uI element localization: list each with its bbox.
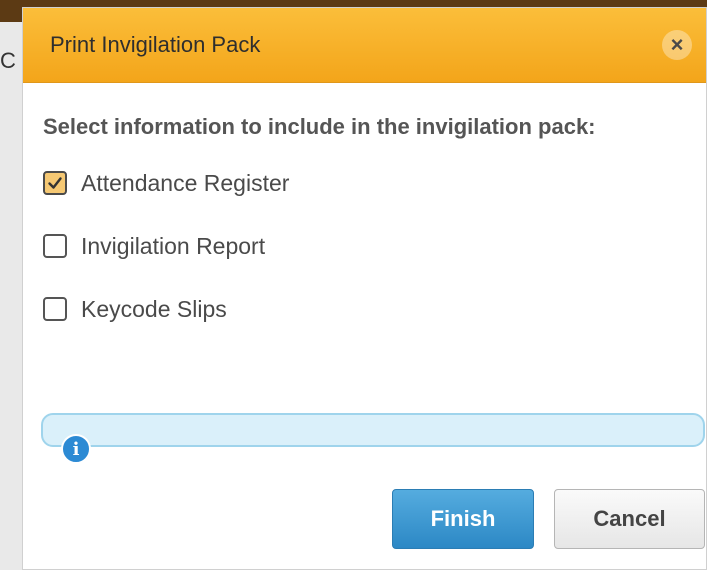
background-text-fragment: C [0,48,16,73]
option-label: Attendance Register [81,169,290,196]
print-invigilation-pack-dialog: Print Invigilation Pack × Select informa… [22,7,707,570]
option-label: Invigilation Report [81,232,266,259]
cancel-button[interactable]: Cancel [554,489,705,549]
option-invigilation-report[interactable]: Invigilation Report [43,226,686,266]
keycode-slips-checkbox[interactable] [43,297,67,321]
option-keycode-slips[interactable]: Keycode Slips [43,289,686,329]
checkmark-icon [48,177,62,189]
instruction-text: Select information to include in the inv… [43,114,596,139]
info-message-bar [41,413,705,447]
finish-button[interactable]: Finish [392,489,534,549]
dialog-titlebar: Print Invigilation Pack × [23,8,706,83]
dialog-body: Select information to include in the inv… [23,83,706,329]
close-icon[interactable]: × [662,30,692,60]
invigilation-report-checkbox[interactable] [43,234,67,258]
attendance-register-checkbox[interactable] [43,171,67,195]
option-label: Keycode Slips [81,295,227,322]
option-attendance-register[interactable]: Attendance Register [43,163,686,203]
dialog-title: Print Invigilation Pack [50,32,261,57]
info-icon: i [61,434,91,464]
